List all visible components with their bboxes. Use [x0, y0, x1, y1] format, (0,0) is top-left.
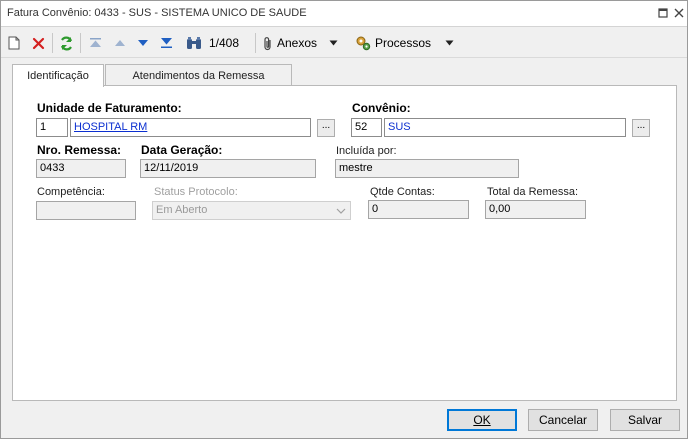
- nro-remessa-field: 0433: [36, 159, 126, 178]
- ok-button-label: OK: [473, 413, 491, 427]
- refresh-icon: [60, 36, 72, 50]
- nro-remessa-label: Nro. Remessa:: [37, 143, 122, 157]
- convenio-lookup-button[interactable]: ...: [632, 119, 650, 137]
- next-record-button[interactable]: [134, 32, 152, 54]
- data-geracao-field: 12/11/2019: [140, 159, 316, 178]
- delete-icon: [32, 37, 44, 49]
- processes-dropdown[interactable]: Processos: [355, 32, 455, 54]
- unidade-lookup-button[interactable]: ...: [317, 119, 335, 137]
- unidade-code-field[interactable]: 1: [36, 118, 68, 137]
- close-icon[interactable]: [672, 6, 686, 20]
- refresh-button[interactable]: [57, 32, 75, 54]
- unidade-faturamento-label: Unidade de Faturamento:: [37, 101, 182, 115]
- last-record-icon: [160, 38, 172, 48]
- identification-panel: Unidade de Faturamento: 1 HOSPITAL RM ..…: [12, 85, 677, 401]
- qtde-contas-field: 0: [368, 200, 469, 219]
- save-button-label: Salvar: [627, 413, 662, 427]
- incluida-por-label: Incluída por:: [336, 145, 397, 157]
- convenio-name-field[interactable]: SUS: [384, 118, 626, 137]
- chevron-down-icon: [334, 204, 348, 217]
- attachments-label: Anexos: [277, 36, 318, 50]
- competencia-label: Competência:: [37, 186, 105, 198]
- title-bar: Fatura Convênio: 0433 - SUS - SISTEMA UN…: [1, 1, 687, 27]
- toolbar-separator: [52, 33, 53, 53]
- paperclip-icon: [264, 36, 271, 50]
- search-button[interactable]: [183, 32, 205, 54]
- tab-atendimentos-da-remessa[interactable]: Atendimentos da Remessa: [105, 64, 292, 86]
- attachments-dropdown[interactable]: Anexos: [263, 32, 349, 54]
- new-document-icon: [8, 36, 20, 50]
- ok-button[interactable]: OK: [447, 409, 517, 431]
- total-remessa-field: 0,00: [485, 200, 586, 219]
- gears-icon: [356, 36, 371, 51]
- qtde-contas-label: Qtde Contas:: [370, 186, 435, 198]
- save-button[interactable]: Salvar: [610, 409, 680, 431]
- convenio-label: Convênio:: [352, 101, 411, 115]
- total-remessa-label: Total da Remessa:: [487, 186, 579, 198]
- delete-record-button[interactable]: [29, 32, 47, 54]
- status-protocolo-value: Em Aberto: [156, 204, 208, 216]
- incluida-por-field: mestre: [335, 159, 519, 178]
- dropdown-arrow-icon: [445, 40, 454, 46]
- next-record-icon: [138, 40, 148, 46]
- last-record-button[interactable]: [157, 32, 175, 54]
- first-record-button[interactable]: [86, 32, 104, 54]
- convenio-code-field[interactable]: 52: [351, 118, 382, 137]
- tab-identificacao[interactable]: Identificação: [12, 64, 104, 87]
- cancel-button-label: Cancelar: [538, 413, 588, 427]
- toolbar: 1/408 Anexos Processos: [1, 28, 687, 58]
- toolbar-separator: [255, 33, 256, 53]
- cancel-button[interactable]: Cancelar: [528, 409, 598, 431]
- record-position: 1/408: [209, 36, 240, 50]
- dropdown-arrow-icon: [329, 40, 338, 46]
- toolbar-separator: [80, 33, 81, 53]
- processes-label: Processos: [375, 36, 432, 50]
- competencia-field: [36, 201, 136, 220]
- binoculars-icon: [187, 37, 201, 49]
- status-protocolo-select: Em Aberto: [152, 201, 351, 220]
- restore-icon[interactable]: [656, 6, 670, 20]
- status-protocolo-label: Status Protocolo:: [154, 186, 238, 198]
- invoice-window: Fatura Convênio: 0433 - SUS - SISTEMA UN…: [0, 0, 688, 439]
- new-record-button[interactable]: [6, 32, 22, 54]
- unidade-name-field[interactable]: HOSPITAL RM: [70, 118, 311, 137]
- first-record-icon: [89, 38, 101, 47]
- previous-record-button[interactable]: [111, 32, 129, 54]
- data-geracao-label: Data Geração:: [141, 143, 223, 157]
- window-title: Fatura Convênio: 0433 - SUS - SISTEMA UN…: [7, 7, 307, 19]
- previous-record-icon: [115, 40, 125, 46]
